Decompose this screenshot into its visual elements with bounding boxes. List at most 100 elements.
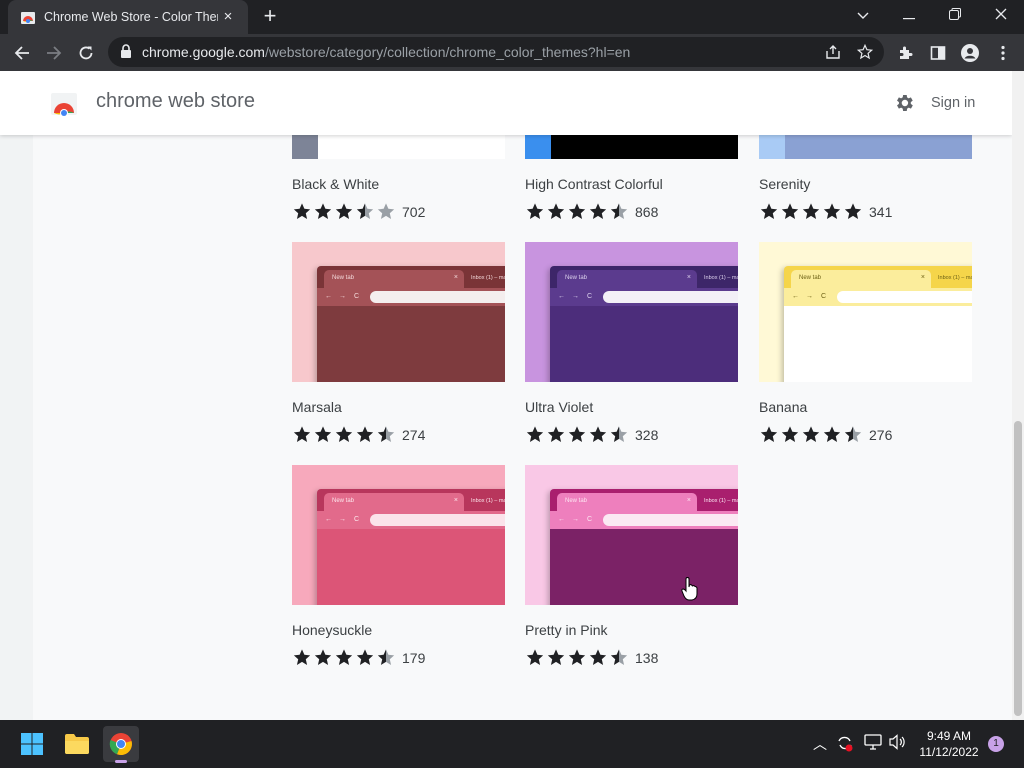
thumbnail-tab: New tab × (324, 493, 464, 511)
thumbnail-browser-frame: New tab× Inbox (1) – mailg ← → C (550, 266, 738, 382)
thumbnail-page-body (784, 306, 972, 382)
share-icon[interactable] (825, 44, 841, 60)
theme-thumbnail[interactable]: New tab× Inbox (1) – mailg ← → C (292, 465, 505, 605)
file-explorer-button[interactable] (59, 726, 95, 762)
thumbnail-back-icon: ← (558, 293, 565, 300)
thumbnail-page-body (317, 529, 505, 605)
show-hidden-icons-chevron-icon[interactable]: ︿ (813, 734, 827, 754)
star-rating: 179 (292, 648, 425, 667)
thumbnail-reload-icon: C (354, 293, 360, 300)
star-icon (314, 203, 332, 219)
reload-button[interactable] (72, 39, 100, 67)
scrollbar-thumb[interactable] (1014, 421, 1022, 716)
star-icon (314, 649, 332, 665)
minimize-button[interactable] (886, 3, 932, 29)
profile-avatar-icon (961, 44, 979, 62)
chrome-logo-icon (109, 733, 132, 756)
star-icon (589, 649, 607, 665)
browser-toolbar: chrome.google.com/webstore/category/coll… (0, 34, 1024, 71)
thumbnail-omnibox (837, 291, 972, 303)
theme-thumbnail[interactable]: New tab× Inbox (1) – mailg ← → C (525, 242, 738, 382)
start-button[interactable] (14, 726, 50, 762)
new-tab-button[interactable]: + (258, 5, 282, 29)
star-icon (568, 426, 586, 442)
thumbnail-browser-frame: New tab× Inbox (1) – mailg ← → C (550, 489, 738, 605)
theme-name[interactable]: Black & White (292, 176, 379, 192)
page-viewport: chrome web store Sign in Black & White 70… (0, 71, 1012, 720)
restore-button[interactable] (932, 3, 978, 29)
thumbnail-tab: New tab × (791, 270, 931, 288)
theme-thumbnail[interactable]: New tab× Inbox (1) – mailg ← → C (759, 242, 972, 382)
page-scrollbar[interactable] (1012, 71, 1024, 720)
web-store-favicon-icon (21, 12, 35, 24)
theme-thumbnail[interactable]: New tab× Inbox (1) – mailg ← → C (292, 242, 505, 382)
thumbnail-tab-inbox: Inbox (1) – mailg (938, 275, 972, 281)
thumbnail-omnibox (603, 514, 738, 526)
notification-badge[interactable]: 1 (988, 736, 1004, 752)
theme-name[interactable]: Marsala (292, 399, 342, 415)
lock-icon[interactable] (120, 44, 132, 58)
url-text[interactable]: chrome.google.com/webstore/category/coll… (142, 44, 630, 60)
close-window-button[interactable] (978, 3, 1024, 29)
star-icon (589, 203, 607, 219)
address-bar[interactable]: chrome.google.com/webstore/category/coll… (108, 37, 884, 67)
star-icon (526, 649, 544, 665)
thumbnail-reload-icon: C (587, 293, 593, 300)
theme-name[interactable]: Ultra Violet (525, 399, 593, 415)
theme-name[interactable]: High Contrast Colorful (525, 176, 663, 192)
thumbnail-page-body (550, 529, 738, 605)
star-icon (844, 426, 862, 442)
star-icon (547, 203, 565, 219)
thumbnail-back-icon: ← (325, 516, 332, 523)
star-icon (335, 426, 353, 442)
side-panel-button[interactable] (924, 39, 952, 67)
theme-name[interactable]: Banana (759, 399, 807, 415)
star-icon (760, 203, 778, 219)
web-store-logo-icon[interactable] (50, 89, 78, 117)
theme-name[interactable]: Honeysuckle (292, 622, 372, 638)
star-icon (293, 203, 311, 219)
rating-count: 702 (402, 203, 426, 220)
thumbnail-tab-label: New tab (565, 498, 588, 504)
star-icon (823, 203, 841, 219)
star-icon (377, 426, 395, 442)
star-icon (293, 426, 311, 442)
tab-search-chevron-icon[interactable] (840, 3, 886, 29)
hand-cursor-icon (681, 577, 698, 601)
chrome-taskbar-button[interactable] (103, 726, 139, 763)
rating-count: 274 (402, 426, 426, 443)
taskbar-clock[interactable]: 9:49 AM 11/12/2022 (914, 728, 984, 760)
network-icon[interactable] (864, 734, 882, 750)
sign-in-link[interactable]: Sign in (931, 95, 975, 111)
rating-count: 276 (869, 426, 893, 443)
theme-name[interactable]: Serenity (759, 176, 810, 192)
star-icon (526, 203, 544, 219)
star-icon (844, 203, 862, 219)
star-icon (377, 203, 395, 219)
star-rating: 702 (292, 202, 425, 221)
chrome-menu-button[interactable] (989, 39, 1017, 67)
settings-gear-icon[interactable] (893, 92, 915, 114)
browser-tab-active[interactable]: Chrome Web Store - Color Them × (8, 0, 248, 34)
sync-icon[interactable] (836, 734, 854, 752)
kebab-menu-icon (1001, 45, 1005, 61)
back-button[interactable] (8, 39, 36, 67)
star-icon (293, 649, 311, 665)
theme-thumbnail[interactable]: New tab× Inbox (1) – mailg ← → C (525, 465, 738, 605)
thumbnail-forward-icon: → (572, 293, 579, 300)
rating-count: 341 (869, 203, 893, 220)
url-host: chrome.google.com (142, 44, 265, 60)
bookmark-star-icon[interactable] (857, 44, 873, 60)
thumbnail-browser-frame: New tab× Inbox (1) – mailg ← → C (784, 266, 972, 382)
tab-close-icon[interactable]: × (218, 7, 238, 27)
left-sidebar-inner (33, 71, 272, 720)
volume-icon[interactable] (888, 734, 906, 750)
store-title[interactable]: chrome web store (96, 90, 255, 113)
extensions-button[interactable] (892, 39, 920, 67)
profile-button[interactable] (956, 39, 984, 67)
forward-button[interactable] (40, 39, 68, 67)
theme-name[interactable]: Pretty in Pink (525, 622, 607, 638)
star-icon (589, 426, 607, 442)
thumbnail-tab-label: New tab (332, 275, 355, 281)
star-icon (335, 203, 353, 219)
